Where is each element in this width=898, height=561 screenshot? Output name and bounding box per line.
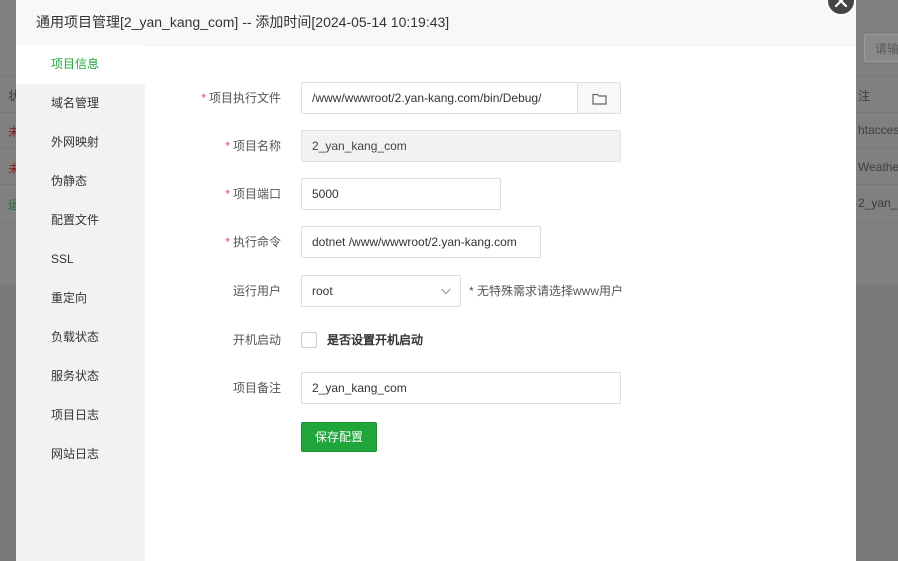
- exec-file-label: * 项目执行文件: [201, 91, 281, 105]
- background-column-header: 注: [858, 89, 871, 103]
- remark-input[interactable]: [301, 372, 621, 404]
- exec-file-input[interactable]: [301, 82, 578, 114]
- command-label: * 执行命令: [225, 235, 281, 249]
- autostart-label: 开机启动: [232, 333, 281, 347]
- save-config-button[interactable]: 保存配置: [301, 422, 378, 452]
- background-search-input: 请输: [864, 34, 898, 62]
- chevron-down-icon: [441, 288, 451, 295]
- background-row-note: Weather: [858, 160, 898, 174]
- sidebar-item-project-info[interactable]: 项目信息: [16, 45, 145, 84]
- autostart-checkbox-label[interactable]: 是否设置开机启动: [327, 332, 423, 348]
- background-row-note: htacces: [858, 123, 898, 137]
- command-input[interactable]: [301, 226, 541, 258]
- project-name-label: * 项目名称: [225, 139, 281, 153]
- run-user-label: 运行用户: [232, 284, 281, 298]
- port-input[interactable]: [301, 178, 501, 210]
- port-label: * 项目端口: [225, 187, 281, 201]
- autostart-checkbox[interactable]: [301, 332, 317, 348]
- folder-picker-button[interactable]: [578, 82, 621, 114]
- dialog-header: 通用项目管理[2_yan_kang_com] -- 添加时间[2024-05-1…: [16, 0, 856, 46]
- sidebar-item-site-log[interactable]: 网站日志: [16, 435, 145, 474]
- folder-icon: [591, 93, 607, 105]
- run-user-value: root: [312, 284, 333, 298]
- dialog-title: 通用项目管理[2_yan_kang_com] -- 添加时间[2024-05-1…: [36, 14, 450, 30]
- remark-label: 项目备注: [232, 381, 281, 395]
- background-row-note: 2_yan_ka: [858, 196, 898, 210]
- run-user-hint: * 无特殊需求请选择www用户: [469, 284, 624, 298]
- run-user-select[interactable]: root: [301, 275, 461, 307]
- project-name-input[interactable]: [301, 130, 621, 162]
- close-icon: [834, 0, 848, 8]
- project-management-dialog: 通用项目管理[2_yan_kang_com] -- 添加时间[2024-05-1…: [16, 0, 856, 561]
